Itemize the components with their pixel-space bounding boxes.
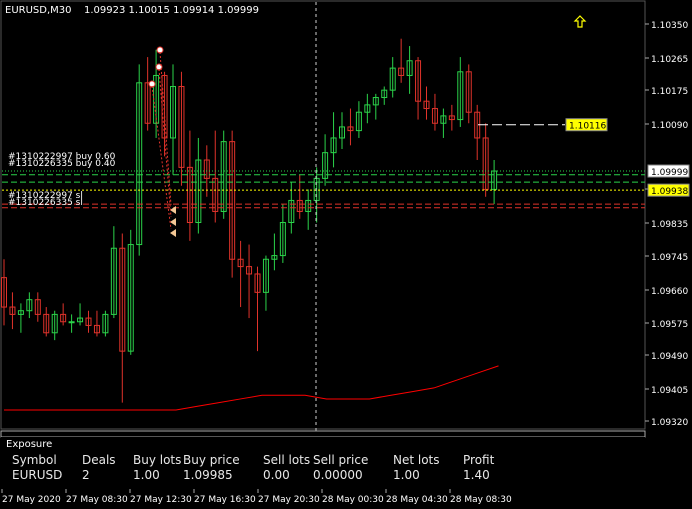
price-tick-label: 1.10265 bbox=[651, 55, 688, 65]
trade-label-sl-2: #1310226335 sl bbox=[8, 198, 83, 208]
time-tick-label: 27 May 2020 bbox=[2, 495, 61, 505]
cell-buy-price: 1.09985 bbox=[183, 468, 233, 482]
price-tick-label: 1.09320 bbox=[651, 418, 688, 428]
time-tick-label: 27 May 16:30 bbox=[194, 495, 256, 505]
price-tick-label: 1.10175 bbox=[651, 87, 688, 97]
time-tick-label: 27 May 08:30 bbox=[66, 495, 128, 505]
time-tick-label: 27 May 20:30 bbox=[258, 495, 320, 505]
cell-deals: 2 bbox=[82, 468, 90, 482]
price-chart[interactable]: 1.103501.102651.101751.100901.099201.098… bbox=[0, 0, 692, 509]
col-sell-lots: Sell lots bbox=[263, 453, 311, 467]
symbol-header: EURUSD,M30 bbox=[5, 5, 71, 16]
cell-net-lots: 1.00 bbox=[393, 468, 420, 482]
price-tick-label: 1.09405 bbox=[651, 386, 688, 396]
col-sell-price: Sell price bbox=[313, 453, 369, 467]
time-tick-label: 27 May 12:30 bbox=[130, 495, 192, 505]
col-profit: Profit bbox=[463, 453, 495, 467]
cell-buy-lots: 1.00 bbox=[133, 468, 160, 482]
time-tick-label: 28 May 00:30 bbox=[322, 495, 384, 505]
price-tick-label: 1.09660 bbox=[651, 287, 688, 297]
cell-sell-price: 0.00000 bbox=[313, 468, 363, 482]
price-tick-label: 1.09835 bbox=[651, 220, 688, 230]
col-net-lots: Net lots bbox=[393, 453, 440, 467]
ohlc-header: 1.09923 1.10015 1.09914 1.09999 bbox=[84, 5, 259, 16]
price-tick-label: 1.09575 bbox=[651, 320, 688, 330]
time-tick-label: 28 May 08:30 bbox=[450, 495, 512, 505]
price-tick-label: 1.09490 bbox=[651, 352, 688, 362]
cell-profit: 1.40 bbox=[463, 468, 490, 482]
bid-price-label: 1.09999 bbox=[651, 168, 688, 178]
cell-symbol: EURUSD bbox=[12, 468, 63, 482]
time-tick-label: 28 May 04:30 bbox=[386, 495, 448, 505]
exposure-title: Exposure bbox=[6, 439, 53, 450]
trade-label-buy-2: #1310226335 buy 0.40 bbox=[8, 159, 116, 169]
price-tick-label: 1.10090 bbox=[651, 121, 688, 131]
col-buy-price: Buy price bbox=[183, 453, 240, 467]
candle-body bbox=[68, 321, 75, 324]
col-buy-lots: Buy lots bbox=[133, 453, 182, 467]
price-tick-label: 1.09745 bbox=[651, 253, 688, 263]
chart-frame bbox=[0, 0, 646, 430]
cell-sell-lots: 0.00 bbox=[263, 468, 290, 482]
ask-price-label: 1.09938 bbox=[651, 187, 688, 197]
price-tick-label: 1.10350 bbox=[651, 21, 688, 31]
col-symbol: Symbol bbox=[12, 453, 57, 467]
time-axis: 27 May 2020 27 May 08:30 27 May 12:30 27 Ma… bbox=[1, 489, 512, 505]
alert-price-label: 1.10116 bbox=[569, 122, 606, 132]
col-deals: Deals bbox=[82, 453, 116, 467]
panel-axis bbox=[648, 437, 690, 489]
exposure-panel: Exposure Symbol Deals Buy lots Buy price… bbox=[1, 437, 645, 489]
